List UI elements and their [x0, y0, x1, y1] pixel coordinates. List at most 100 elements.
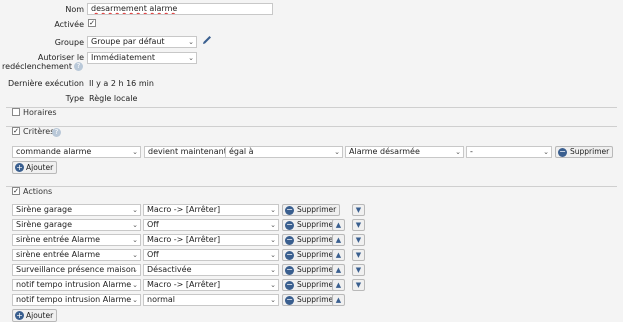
arrow-up-icon[interactable]: ▲ — [332, 279, 345, 291]
action-command-select[interactable]: normal ⌄ — [143, 294, 279, 306]
action-command: Off — [147, 250, 159, 259]
chevron-down-icon: ⌄ — [132, 206, 138, 214]
pencil-icon[interactable] — [201, 34, 213, 46]
minus-circle-icon: − — [285, 220, 294, 230]
chevron-down-icon: ⌄ — [132, 221, 138, 229]
criteria-operator: égal à — [229, 147, 254, 156]
section-divider — [6, 186, 617, 187]
action-command: normal — [147, 295, 176, 304]
minus-circle-icon: − — [285, 205, 294, 215]
arrow-up-icon[interactable]: ▲ — [332, 234, 345, 246]
minus-circle-icon: − — [285, 295, 294, 305]
actions-add-button[interactable]: + Ajouter — [12, 309, 58, 322]
action-target: notif tempo intrusion Alarme — [16, 280, 132, 289]
action-target-select[interactable]: sirène entrée Alarme ⌄ — [12, 249, 141, 261]
group-select[interactable]: Groupe par défaut ⌄ — [87, 36, 197, 48]
action-command-select[interactable]: Off ⌄ — [143, 249, 279, 261]
action-delete-label: Supprimer — [297, 235, 337, 244]
chevron-down-icon: ⌄ — [455, 148, 461, 156]
minus-circle-icon: − — [285, 265, 294, 275]
schedules-checkbox[interactable] — [12, 108, 20, 116]
arrow-up-icon[interactable]: ▲ — [332, 294, 345, 306]
minus-circle-icon: − — [285, 280, 294, 290]
chevron-down-icon: ⌄ — [270, 236, 276, 244]
criteria-extra-select[interactable]: - ⌄ — [466, 146, 552, 158]
action-target: Sirène garage — [16, 205, 73, 214]
chevron-down-icon: ⌄ — [132, 266, 138, 274]
arrow-up-icon[interactable]: ▲ — [332, 264, 345, 276]
actions-title: Actions — [23, 187, 53, 196]
enabled-label: Activée — [54, 20, 84, 29]
chevron-down-icon: ⌄ — [132, 281, 138, 289]
minus-circle-icon: − — [285, 235, 294, 245]
action-target-select[interactable]: notif tempo intrusion Alarme ⌄ — [12, 279, 141, 291]
action-delete-label: Supprimer — [297, 250, 337, 259]
chevron-down-icon: ⌄ — [132, 148, 138, 156]
chevron-down-icon: ⌄ — [270, 251, 276, 259]
action-target-select[interactable]: Sirène garage ⌄ — [12, 219, 141, 231]
actions-checkbox[interactable]: ✓ — [12, 187, 20, 195]
chevron-down-icon: ⌄ — [270, 281, 276, 289]
criteria-add-button[interactable]: + Ajouter — [12, 161, 58, 174]
action-command-select[interactable]: Macro -> [Arrêter] ⌄ — [143, 204, 279, 216]
action-target: sirène entrée Alarme — [16, 235, 101, 244]
type-label: Type — [65, 94, 84, 103]
action-target-select[interactable]: notif tempo intrusion Alarme ⌄ — [12, 294, 141, 306]
chevron-down-icon: ⌄ — [270, 206, 276, 214]
group-label: Groupe — [54, 38, 84, 47]
action-command-select[interactable]: Désactivée ⌄ — [143, 264, 279, 276]
chevron-down-icon: ⌄ — [543, 148, 549, 156]
action-target-select[interactable]: sirène entrée Alarme ⌄ — [12, 234, 141, 246]
criteria-delete-label: Supprimer — [570, 147, 610, 156]
plus-circle-icon: + — [15, 163, 24, 172]
action-delete-label: Supprimer — [297, 280, 337, 289]
criteria-event-select[interactable]: devient maintenant⌄ — [144, 146, 232, 158]
criteria-value: Alarme désarmée — [349, 147, 420, 156]
question-icon[interactable]: ? — [74, 62, 83, 71]
criteria-subject-select[interactable]: commande alarme ⌄ — [12, 146, 141, 158]
arrow-down-icon[interactable]: ▼ — [352, 234, 365, 246]
last-exec-value: Il y a 2 h 16 min — [89, 79, 154, 88]
arrow-down-icon[interactable]: ▼ — [352, 219, 365, 231]
criteria-value-select[interactable]: Alarme désarmée ⌄ — [345, 146, 464, 158]
chevron-down-icon: ⌄ — [270, 296, 276, 304]
action-command-select[interactable]: Macro -> [Arrêter] ⌄ — [143, 234, 279, 246]
retrigger-label-line2: redéclenchement — [2, 62, 72, 71]
arrow-down-icon[interactable]: ▼ — [352, 204, 365, 216]
action-target-select[interactable]: Sirène garage ⌄ — [12, 204, 141, 216]
minus-circle-icon: − — [285, 250, 294, 260]
retrigger-label-line1: Autoriser le — [37, 53, 84, 62]
chevron-down-icon: ⌄ — [270, 221, 276, 229]
action-command: Macro -> [Arrêter] — [147, 280, 221, 289]
action-command: Désactivée — [147, 265, 192, 274]
criteria-checkbox[interactable]: ✓ — [12, 127, 20, 135]
arrow-down-icon[interactable]: ▼ — [352, 279, 365, 291]
action-command: Off — [147, 220, 159, 229]
action-command-select[interactable]: Macro -> [Arrêter] ⌄ — [143, 279, 279, 291]
arrow-up-icon[interactable]: ▲ — [332, 249, 345, 261]
name-input[interactable]: desarmement alarme — [87, 3, 273, 15]
plus-circle-icon: + — [15, 311, 24, 320]
arrow-up-icon[interactable]: ▲ — [332, 219, 345, 231]
retrigger-select[interactable]: Immédiatement ⌄ — [87, 52, 197, 64]
arrow-down-icon[interactable]: ▼ — [352, 249, 365, 261]
criteria-subject: commande alarme — [16, 147, 92, 156]
action-delete-label: Supprimer — [297, 220, 337, 229]
action-target-select[interactable]: Surveillance présence maison ⌄ — [12, 264, 141, 276]
actions-add-label: Ajouter — [26, 311, 54, 320]
enabled-checkbox[interactable]: ✓ — [88, 19, 96, 27]
criteria-delete-button[interactable]: − Supprimer — [555, 146, 614, 158]
arrow-down-icon[interactable]: ▼ — [352, 264, 365, 276]
group-value: Groupe par défaut — [91, 37, 165, 46]
action-command-select[interactable]: Off ⌄ — [143, 219, 279, 231]
minus-circle-icon: − — [558, 147, 567, 157]
question-icon[interactable]: ? — [52, 128, 61, 137]
action-target: Surveillance présence maison — [16, 265, 136, 274]
criteria-extra: - — [470, 147, 473, 156]
criteria-operator-select[interactable]: égal à ⌄ — [225, 146, 343, 158]
action-target: notif tempo intrusion Alarme — [16, 295, 132, 304]
action-target: sirène entrée Alarme — [16, 250, 101, 259]
action-delete-button[interactable]: − Supprimer — [282, 204, 341, 216]
schedules-title: Horaires — [23, 108, 57, 117]
chevron-down-icon: ⌄ — [132, 296, 138, 304]
